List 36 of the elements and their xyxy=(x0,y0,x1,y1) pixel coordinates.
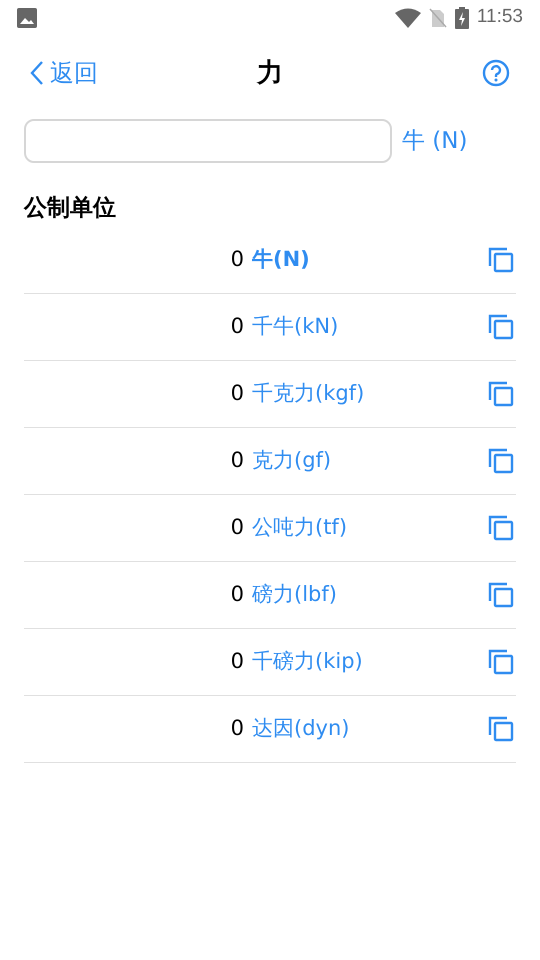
section-title: 公制单位 xyxy=(24,194,116,223)
unit-name[interactable]: 牛(N) xyxy=(252,244,310,276)
unit-value: 0 xyxy=(230,514,244,542)
unit-value: 0 xyxy=(230,313,244,340)
unit-name[interactable]: 千牛(kN) xyxy=(252,311,338,343)
unit-name[interactable]: 公吨力(tf) xyxy=(252,512,348,544)
copy-icon[interactable] xyxy=(488,649,514,675)
copy-icon[interactable] xyxy=(488,515,514,541)
copy-icon[interactable] xyxy=(488,381,514,407)
copy-icon[interactable] xyxy=(488,582,514,608)
wifi-icon xyxy=(394,8,421,28)
battery-icon xyxy=(454,6,469,28)
value-input[interactable] xyxy=(24,119,392,163)
chevron-left-icon xyxy=(30,60,44,86)
unit-value: 0 xyxy=(230,648,244,676)
unit-value: 0 xyxy=(230,447,244,474)
unit-name[interactable]: 克力(gf) xyxy=(252,445,332,477)
no-sim-icon xyxy=(428,8,447,28)
unit-value: 0 xyxy=(230,715,244,742)
back-button[interactable]: 返回 xyxy=(30,55,98,91)
unit-name[interactable]: 磅力(lbf) xyxy=(252,579,337,611)
help-icon[interactable] xyxy=(482,59,510,87)
unit-name[interactable]: 达因(dyn) xyxy=(252,713,350,745)
copy-icon[interactable] xyxy=(488,448,514,474)
copy-icon[interactable] xyxy=(488,247,514,273)
copy-icon[interactable] xyxy=(488,314,514,340)
status-time: 11:53 xyxy=(476,5,523,30)
unit-value: 0 xyxy=(230,581,244,608)
unit-name[interactable]: 千克力(kgf) xyxy=(252,378,364,410)
unit-value: 0 xyxy=(230,246,244,274)
page-title: 力 xyxy=(257,56,283,90)
input-unit: 牛 (N) xyxy=(402,126,468,156)
unit-value: 0 xyxy=(230,380,244,408)
copy-icon[interactable] xyxy=(488,716,514,742)
image-icon xyxy=(17,8,37,28)
unit-name[interactable]: 千磅力(kip) xyxy=(252,646,363,678)
